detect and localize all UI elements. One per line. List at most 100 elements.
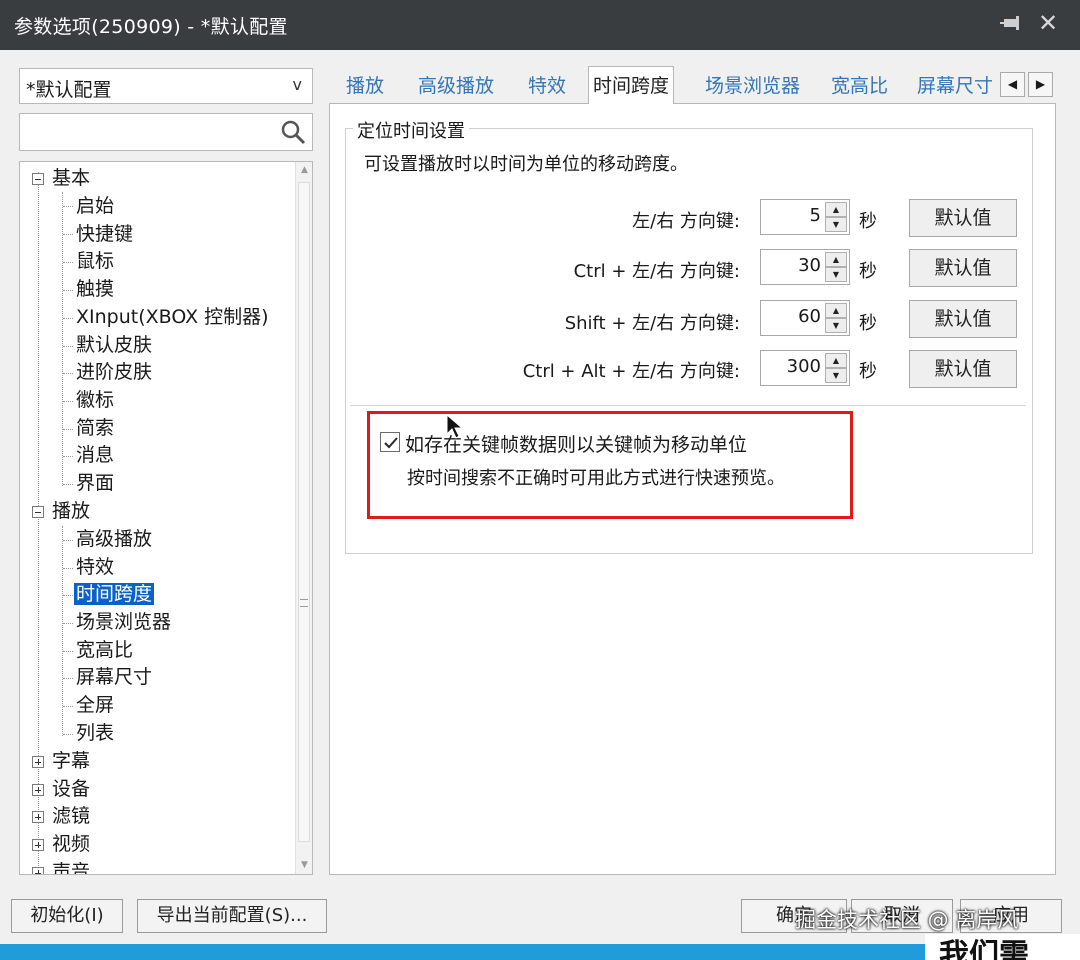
reset-button[interactable]: 初始化(I) — [11, 899, 123, 933]
ctrl-alt-arrow-key-label: Ctrl + Alt + 左/右 方向键: — [522, 361, 740, 382]
tree-item[interactable]: 列表 — [76, 720, 114, 747]
spin-up-icon[interactable]: ▲ — [825, 202, 847, 217]
tree-group-label: 滤镜 — [52, 805, 91, 827]
settings-tree: 基本 启始 快捷键 鼠标 触摸 XInput(XBOX 控制器) 默认皮肤 进阶… — [19, 161, 313, 875]
close-icon[interactable]: ✕ — [1036, 8, 1060, 38]
spin-value: 300 — [786, 356, 821, 377]
tree-item[interactable]: 宽高比 — [76, 637, 133, 664]
scroll-down-icon[interactable]: ▼ — [296, 857, 313, 874]
tab-aspect-ratio[interactable]: 宽高比 — [827, 70, 892, 102]
search-box — [19, 113, 313, 151]
collapse-icon[interactable] — [32, 173, 44, 185]
mouse-cursor-icon — [446, 414, 464, 439]
ctrl-arrow-key-spinbox[interactable]: 30 ▲ ▼ — [760, 249, 850, 285]
search-input[interactable] — [24, 118, 274, 146]
default-button[interactable]: 默认值 — [909, 300, 1017, 338]
unit-label: 秒 — [859, 211, 877, 232]
unit-label: 秒 — [859, 261, 877, 282]
export-config-button[interactable]: 导出当前配置(S)... — [137, 899, 327, 933]
tree-connector — [62, 192, 63, 486]
scroll-thumb[interactable] — [298, 182, 310, 842]
tree-item[interactable]: 消息 — [76, 442, 114, 469]
expand-icon[interactable] — [32, 867, 44, 874]
tree-group-label: 声音 — [52, 861, 91, 875]
spin-down-icon[interactable]: ▼ — [825, 318, 847, 333]
expand-icon[interactable] — [32, 784, 44, 796]
tree-item[interactable]: 屏幕尺寸 — [76, 664, 152, 691]
shift-arrow-key-spinbox[interactable]: 60 ▲ ▼ — [760, 300, 850, 336]
tab-playback[interactable]: 播放 — [342, 70, 388, 102]
chevron-down-icon: v — [292, 75, 302, 94]
tree-item[interactable]: 全屏 — [76, 692, 114, 719]
scroll-up-icon[interactable]: ▲ — [296, 162, 313, 179]
collapse-icon[interactable] — [32, 506, 44, 518]
tree-group-label: 视频 — [52, 833, 91, 855]
tree-group-label: 基本 — [52, 167, 91, 189]
tree-group-label: 设备 — [52, 778, 91, 800]
spin-down-icon[interactable]: ▼ — [825, 267, 847, 282]
tree-item[interactable]: 鼠标 — [76, 248, 114, 275]
spin-down-icon[interactable]: ▼ — [825, 368, 847, 383]
tree-connector — [62, 526, 63, 736]
spin-down-icon[interactable]: ▼ — [825, 217, 847, 232]
expand-icon[interactable] — [32, 756, 44, 768]
annotation-highlight-box — [367, 411, 853, 519]
ctrl-arrow-key-label: Ctrl + 左/右 方向键: — [573, 261, 740, 282]
ctrl-alt-arrow-key-spinbox[interactable]: 300 ▲ ▼ — [760, 350, 850, 386]
window-title: 参数选项(250909) - *默认配置 — [14, 16, 288, 38]
tree-item-label: 时间跨度 — [74, 583, 155, 605]
tree-group-label: 播放 — [52, 500, 91, 522]
search-icon[interactable] — [280, 119, 306, 145]
tree-group-label: 字幕 — [52, 750, 91, 772]
group-description: 可设置播放时以时间为单位的移动跨度。 — [364, 154, 688, 175]
tab-advanced-playback[interactable]: 高级播放 — [414, 70, 498, 102]
tab-scene-browser[interactable]: 场景浏览器 — [701, 70, 804, 102]
tree-item[interactable]: 默认皮肤 — [76, 332, 152, 359]
arrow-key-label: 左/右 方向键: — [632, 211, 740, 232]
tab-effects[interactable]: 特效 — [524, 70, 570, 102]
spin-value: 5 — [809, 205, 821, 226]
separator — [350, 405, 1026, 406]
profile-dropdown[interactable]: *默认配置 v — [19, 68, 313, 104]
spin-up-icon[interactable]: ▲ — [825, 252, 847, 267]
tree-item[interactable]: 进阶皮肤 — [76, 359, 152, 386]
spin-up-icon[interactable]: ▲ — [825, 303, 847, 318]
arrow-key-spinbox[interactable]: 5 ▲ ▼ — [760, 199, 850, 235]
tree-item[interactable]: 徽标 — [76, 387, 114, 414]
profile-value: *默认配置 — [26, 79, 112, 101]
tree-item[interactable]: 启始 — [76, 193, 114, 220]
preferences-window: 参数选项(250909) - *默认配置 ✕ *默认配置 v 基本 启始 快捷键… — [0, 0, 1080, 960]
tab-time-span[interactable]: 时间跨度 — [588, 66, 675, 104]
tab-scroll-right-icon[interactable]: ▶ — [1028, 72, 1053, 97]
caption-overlay: 我们需 — [925, 934, 1080, 960]
tree-item[interactable]: 简索 — [76, 415, 114, 442]
unit-label: 秒 — [859, 361, 877, 382]
tab-screen-size[interactable]: 屏幕尺寸 — [913, 70, 997, 102]
tree-item-selected[interactable]: 时间跨度 — [74, 581, 155, 608]
taskbar-strip — [0, 944, 1080, 960]
unit-label: 秒 — [859, 313, 877, 334]
tree-item[interactable]: 特效 — [76, 554, 114, 581]
default-button[interactable]: 默认值 — [909, 249, 1017, 287]
group-title: 定位时间设置 — [353, 117, 469, 143]
tab-strip: 播放 高级播放 特效 时间跨度 场景浏览器 宽高比 屏幕尺寸 — [330, 66, 1056, 104]
tree-item[interactable]: 触摸 — [76, 276, 114, 303]
tab-scroll-left-icon[interactable]: ◀ — [1000, 72, 1025, 97]
spin-up-icon[interactable]: ▲ — [825, 353, 847, 368]
expand-icon[interactable] — [32, 811, 44, 823]
tree-item[interactable]: 场景浏览器 — [76, 609, 171, 636]
tree-item[interactable]: 界面 — [76, 470, 114, 497]
tree-scrollbar[interactable]: ▲ ▼ — [295, 162, 312, 874]
pin-icon[interactable] — [1000, 10, 1024, 38]
tree-item[interactable]: 高级播放 — [76, 526, 152, 553]
tree-item[interactable]: 快捷键 — [76, 221, 133, 248]
tree-item[interactable]: XInput(XBOX 控制器) — [76, 304, 269, 331]
default-button[interactable]: 默认值 — [909, 199, 1017, 237]
spin-value: 60 — [798, 306, 821, 327]
spin-value: 30 — [798, 255, 821, 276]
shift-arrow-key-label: Shift + 左/右 方向键: — [564, 313, 740, 334]
default-button[interactable]: 默认值 — [909, 350, 1017, 388]
expand-icon[interactable] — [32, 839, 44, 851]
scroll-grip-icon — [300, 599, 308, 607]
title-bar: 参数选项(250909) - *默认配置 ✕ — [0, 0, 1080, 50]
